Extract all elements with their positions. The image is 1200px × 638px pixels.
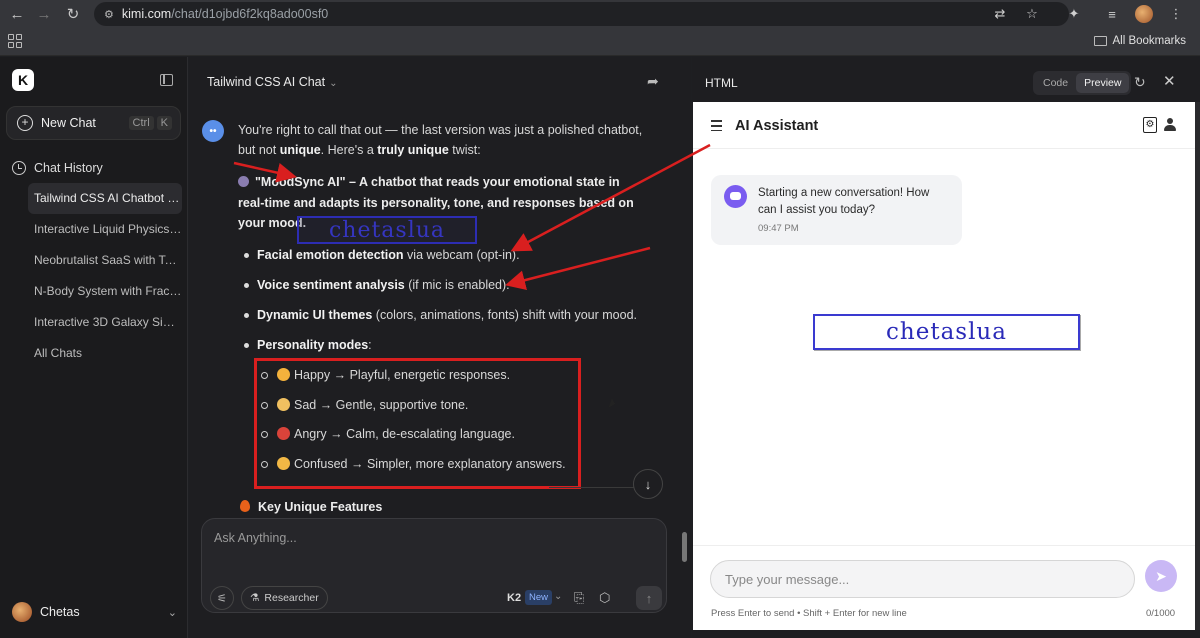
assistant-message-intro: You're right to call that out — the last… bbox=[238, 123, 643, 157]
chevron-down-icon: ⌄ bbox=[167, 606, 177, 619]
shortcut-hint: Ctrl K bbox=[128, 116, 172, 130]
chat-title[interactable]: Tailwind CSS AI Chat ⌄ bbox=[207, 75, 338, 89]
url-text: kimi.com/chat/d1ojbd6f2kq8ado00sf0 bbox=[121, 7, 329, 21]
chevron-down-icon: ⌄ bbox=[329, 78, 338, 89]
tab-preview[interactable]: Preview bbox=[1076, 73, 1130, 93]
cube-icon[interactable]: ⬡ bbox=[599, 590, 610, 606]
history-item[interactable]: Interactive 3D Galaxy Simul... bbox=[28, 307, 182, 338]
menu-icon[interactable]: ⋮ bbox=[1162, 2, 1190, 26]
tools-icon[interactable]: ⚟ bbox=[210, 586, 234, 610]
timestamp: 09:47 PM bbox=[758, 223, 799, 234]
crystal-ball-icon bbox=[238, 176, 249, 187]
apps-icon[interactable] bbox=[8, 34, 22, 48]
preview-frame: AI Assistant ⚙ Starting a new conversati… bbox=[693, 102, 1195, 630]
hamburger-menu-icon[interactable] bbox=[711, 120, 722, 134]
watermark-text: chetaslua bbox=[886, 319, 1007, 345]
list-item: Dynamic UI themes (colors, animations, f… bbox=[244, 305, 664, 335]
chat-history-label: Chat History bbox=[34, 161, 103, 175]
address-bar[interactable]: ⚙ kimi.com/chat/d1ojbd6f2kq8ado00sf0 bbox=[94, 2, 1069, 26]
watermark: chetaslua bbox=[297, 216, 477, 244]
refresh-icon[interactable]: ↻ bbox=[1134, 74, 1146, 91]
watermark: chetaslua bbox=[813, 314, 1080, 350]
preview-header: AI Assistant ⚙ bbox=[693, 102, 1195, 149]
annotation-box bbox=[254, 358, 581, 489]
researcher-label: Researcher bbox=[264, 592, 319, 604]
settings-icon[interactable]: ⚙ bbox=[1143, 117, 1157, 133]
history-item[interactable]: Neobrutalist SaaS with Tail... bbox=[28, 245, 182, 276]
input-hint: Press Enter to send • Shift + Enter for … bbox=[711, 608, 907, 619]
history-item[interactable]: N-Body System with Fractal... bbox=[28, 276, 182, 307]
new-badge: New bbox=[525, 590, 553, 605]
researcher-button[interactable]: ⚗ Researcher bbox=[241, 586, 328, 610]
browser-toolbar: ← → ↻ ⚙ kimi.com/chat/d1ojbd6f2kq8ado00s… bbox=[0, 0, 1200, 28]
preview-footer: ➤ Press Enter to send • Shift + Enter fo… bbox=[693, 545, 1195, 630]
close-icon[interactable]: ✕ bbox=[1163, 72, 1176, 90]
back-icon[interactable]: ← bbox=[4, 2, 30, 26]
list-item: Facial emotion detection via webcam (opt… bbox=[244, 245, 664, 275]
collapse-sidebar-icon[interactable] bbox=[160, 74, 173, 86]
reload-icon[interactable]: ↻ bbox=[60, 2, 86, 26]
history-item[interactable]: Tailwind CSS AI Chatbot W... bbox=[28, 183, 182, 214]
clock-icon bbox=[12, 161, 26, 175]
message-input[interactable] bbox=[710, 560, 1135, 598]
chat-pane: Tailwind CSS AI Chat ⌄ ➦ •• You're right … bbox=[189, 57, 691, 638]
chat-history-header[interactable]: Chat History bbox=[12, 161, 103, 175]
all-bookmarks-button[interactable]: All Bookmarks bbox=[1093, 35, 1187, 47]
char-count: 0/1000 bbox=[1146, 608, 1176, 619]
all-bookmarks-label: All Bookmarks bbox=[1112, 35, 1187, 47]
history-item[interactable]: Interactive Liquid Physics S... bbox=[28, 214, 182, 245]
bookmarks-bar: All Bookmarks bbox=[0, 28, 1200, 56]
researcher-icon: ⚗ bbox=[250, 592, 260, 604]
user-icon[interactable] bbox=[1164, 118, 1176, 132]
list-item: Voice sentiment analysis (if mic is enab… bbox=[244, 275, 664, 305]
plus-icon: + bbox=[17, 115, 33, 131]
extensions-icon[interactable]: ✦ bbox=[1060, 2, 1088, 26]
send-button[interactable]: ➤ bbox=[1145, 560, 1177, 592]
all-chats-link[interactable]: All Chats bbox=[28, 338, 182, 369]
key-features-heading: Key Unique Features bbox=[240, 500, 382, 514]
user-menu[interactable]: Chetas ⌄ bbox=[12, 602, 177, 622]
site-settings-icon[interactable]: ⚙ bbox=[104, 8, 114, 21]
assistant-bubble: Starting a new conversation! How can I a… bbox=[711, 175, 962, 245]
kimi-logo[interactable]: K bbox=[12, 69, 34, 91]
scrollbar[interactable] bbox=[682, 532, 687, 562]
profile-avatar[interactable] bbox=[1130, 2, 1158, 26]
media-icon[interactable]: ≡ bbox=[1098, 2, 1126, 26]
user-name: Chetas bbox=[40, 605, 80, 619]
scrollbar[interactable] bbox=[1195, 102, 1200, 630]
model-selector[interactable]: K2 bbox=[507, 592, 521, 604]
chevron-down-icon[interactable]: ⌄ bbox=[554, 591, 562, 602]
history-list: Tailwind CSS AI Chatbot W... Interactive… bbox=[28, 183, 182, 369]
tab-code[interactable]: Code bbox=[1035, 73, 1076, 93]
chat-input[interactable] bbox=[214, 531, 644, 545]
artifact-panel: HTML Code Preview ↻ ✕ AI Assistant ⚙ Sta… bbox=[692, 57, 1200, 638]
sidebar: K + New Chat Ctrl K Chat History Tailwind… bbox=[0, 57, 188, 638]
avatar bbox=[12, 602, 32, 622]
send-button[interactable]: ↑ bbox=[636, 586, 662, 610]
bubble-text: Starting a new conversation! How can I a… bbox=[758, 187, 930, 216]
panel-title: HTML bbox=[705, 76, 738, 90]
scroll-to-bottom-button[interactable]: ↓ bbox=[633, 469, 663, 499]
robot-icon bbox=[724, 185, 747, 208]
new-chat-button[interactable]: + New Chat Ctrl K bbox=[6, 106, 181, 140]
folder-icon bbox=[1093, 36, 1107, 46]
attach-icon[interactable]: ⎘ bbox=[574, 590, 584, 606]
assistant-avatar: •• bbox=[202, 120, 224, 142]
composer: ⚟ ⚗ Researcher K2 New ⌄ ⎘ ⬡ ↑ bbox=[201, 518, 667, 613]
translate-icon[interactable]: ⇄ bbox=[986, 2, 1014, 26]
preview-title: AI Assistant bbox=[735, 118, 819, 134]
view-toggle: Code Preview bbox=[1033, 71, 1132, 95]
fire-icon bbox=[240, 500, 250, 512]
forward-icon[interactable]: → bbox=[31, 2, 57, 26]
new-chat-label: New Chat bbox=[41, 116, 96, 130]
share-icon[interactable]: ➦ bbox=[647, 73, 659, 90]
star-icon[interactable]: ☆ bbox=[1018, 2, 1046, 26]
watermark-text: chetaslua bbox=[328, 217, 446, 243]
panel-header: HTML Code Preview ↻ ✕ bbox=[692, 57, 1200, 101]
feature-list: Facial emotion detection via webcam (opt… bbox=[244, 245, 664, 365]
